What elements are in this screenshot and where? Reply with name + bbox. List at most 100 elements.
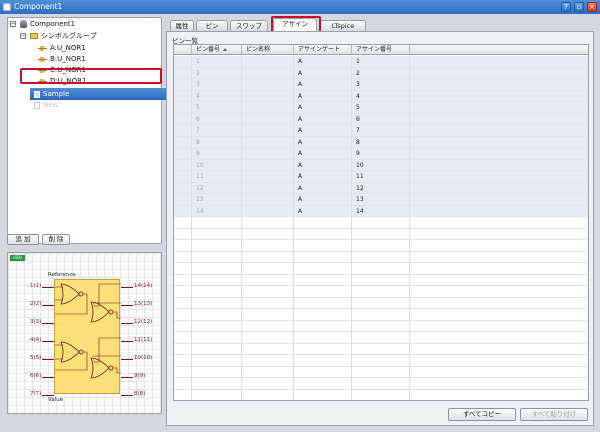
empty-cell[interactable] (294, 286, 352, 298)
cell-pin-name[interactable] (242, 90, 294, 102)
empty-cell[interactable] (410, 194, 588, 206)
empty-cell[interactable] (294, 366, 352, 378)
empty-cell[interactable] (242, 240, 294, 252)
table-row[interactable] (174, 297, 588, 310)
col-pin-number[interactable]: ピン番号 (192, 45, 242, 55)
empty-cell[interactable] (242, 320, 294, 332)
table-row[interactable] (174, 263, 588, 275)
cell-assign-gate[interactable]: A (294, 148, 352, 160)
cell-assign-number[interactable]: 3 (352, 79, 410, 91)
empty-cell[interactable] (352, 297, 410, 309)
empty-cell[interactable] (410, 171, 588, 183)
cell-pin-number[interactable]: 6 (192, 113, 242, 125)
table-row[interactable]: 1A1 (174, 56, 588, 68)
cell-assign-number[interactable]: 14 (352, 205, 410, 217)
empty-cell[interactable] (294, 217, 352, 229)
empty-cell[interactable] (410, 367, 588, 379)
cell-assign-gate[interactable]: A (294, 171, 352, 183)
row-header-cell[interactable] (174, 228, 192, 240)
empty-cell[interactable] (192, 389, 242, 400)
tab-swap[interactable]: スワップ (230, 20, 268, 31)
pin-assign-table[interactable]: ピン番号 ピン名称 アサインゲート アサイン番号 1A12A23A34A45A5… (173, 44, 589, 401)
empty-cell[interactable] (352, 251, 410, 263)
table-row[interactable]: 10 A 10 (174, 159, 588, 171)
row-header-cell[interactable] (174, 217, 192, 229)
cell-assign-number[interactable]: 6 (352, 113, 410, 125)
cell-assign-gate[interactable]: A (294, 205, 352, 217)
row-header-cell[interactable] (174, 366, 192, 378)
cell-assign-number[interactable]: 4 (352, 90, 410, 102)
empty-cell[interactable] (410, 102, 588, 114)
cell-pin-number[interactable]: 12 (192, 182, 242, 194)
tree-item-new[interactable]: New (34, 100, 58, 111)
table-row[interactable] (174, 217, 588, 229)
col-assign-number[interactable]: アサイン番号 (352, 45, 410, 55)
row-header-cell[interactable] (174, 251, 192, 263)
table-row[interactable] (174, 389, 588, 400)
table-row[interactable]: 3A3 (174, 79, 588, 91)
cell-pin-name[interactable] (242, 113, 294, 125)
cell-pin-name[interactable] (242, 194, 294, 206)
tree-item-sample[interactable]: Sample (30, 88, 166, 100)
empty-cell[interactable] (352, 378, 410, 390)
row-header-cell[interactable] (174, 56, 192, 68)
cell-pin-name[interactable] (242, 159, 294, 171)
empty-cell[interactable] (192, 251, 242, 263)
table-row[interactable] (174, 320, 588, 333)
row-header-cell[interactable] (174, 79, 192, 91)
empty-cell[interactable] (242, 309, 294, 321)
collapse-icon[interactable]: − (20, 33, 26, 39)
restore-icon[interactable]: ▫ (574, 2, 584, 12)
empty-cell[interactable] (352, 228, 410, 240)
cell-assign-number[interactable]: 8 (352, 136, 410, 148)
cell-pin-number[interactable]: 2 (192, 67, 242, 79)
cell-pin-name[interactable] (242, 102, 294, 114)
cell-pin-number[interactable]: 3 (192, 79, 242, 91)
row-header-cell[interactable] (174, 343, 192, 355)
row-header-cell[interactable] (174, 194, 192, 206)
empty-cell[interactable] (410, 332, 588, 344)
empty-cell[interactable] (410, 286, 588, 298)
empty-cell[interactable] (294, 240, 352, 252)
row-header-cell[interactable] (174, 274, 192, 286)
row-header-cell[interactable] (174, 102, 192, 114)
empty-cell[interactable] (352, 274, 410, 286)
empty-cell[interactable] (294, 355, 352, 367)
cell-assign-gate[interactable]: A (294, 136, 352, 148)
tab-ltspice[interactable]: LTspice (320, 20, 366, 31)
row-header-cell[interactable] (174, 205, 192, 217)
cell-pin-number[interactable]: 7 (192, 125, 242, 137)
row-header-cell[interactable] (174, 378, 192, 390)
empty-cell[interactable] (192, 366, 242, 378)
row-header-cell[interactable] (174, 90, 192, 102)
empty-cell[interactable] (410, 114, 588, 126)
cell-assign-number[interactable]: 12 (352, 182, 410, 194)
empty-cell[interactable] (352, 332, 410, 344)
table-row[interactable] (174, 332, 588, 344)
row-header-cell[interactable] (174, 125, 192, 137)
empty-cell[interactable] (192, 309, 242, 321)
cell-assign-number[interactable]: 7 (352, 125, 410, 137)
cell-assign-gate[interactable]: A (294, 102, 352, 114)
tree-item-symbol-b[interactable]: B:U_NOR1 (38, 54, 86, 65)
cell-assign-gate[interactable]: A (294, 125, 352, 137)
empty-cell[interactable] (294, 251, 352, 263)
empty-cell[interactable] (410, 321, 588, 333)
cell-assign-number[interactable]: 1 (352, 56, 410, 68)
cell-pin-name[interactable] (242, 136, 294, 148)
empty-cell[interactable] (294, 332, 352, 344)
table-row[interactable] (174, 240, 588, 252)
empty-cell[interactable] (294, 378, 352, 390)
row-header-cell[interactable] (174, 240, 192, 252)
cell-assign-gate[interactable]: A (294, 159, 352, 171)
empty-cell[interactable] (294, 297, 352, 309)
empty-cell[interactable] (410, 298, 588, 310)
cell-assign-gate[interactable]: A (294, 56, 352, 68)
tab-attributes[interactable]: 属性 (170, 20, 194, 31)
empty-cell[interactable] (242, 343, 294, 355)
table-row[interactable]: 7A7 (174, 125, 588, 137)
cell-pin-name[interactable] (242, 56, 294, 68)
table-row[interactable]: 2A2 (174, 67, 588, 79)
cell-pin-number[interactable]: 5 (192, 102, 242, 114)
cell-assign-number[interactable]: 9 (352, 148, 410, 160)
